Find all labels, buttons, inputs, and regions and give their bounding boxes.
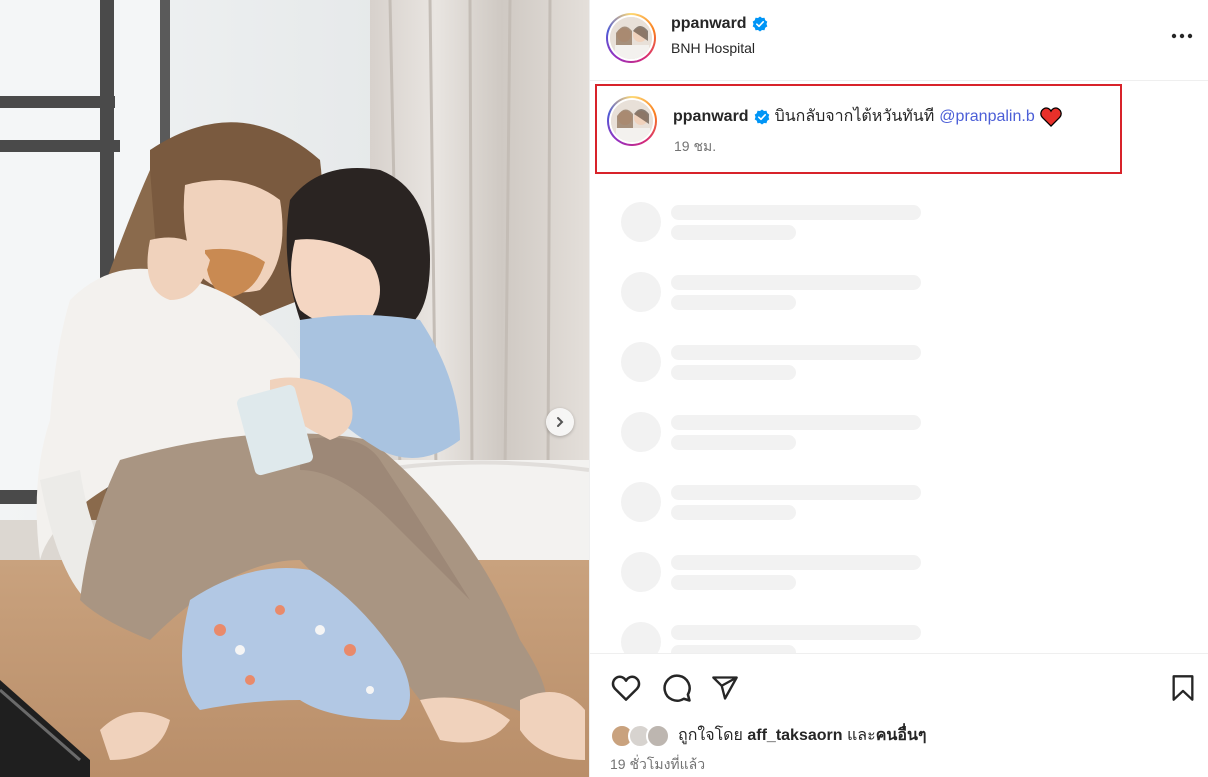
skeleton-row [621, 270, 951, 340]
likes-text: ถูกใจโดย aff_taksaorn และคนอื่นๆ [678, 723, 926, 748]
heart-outline-icon [611, 675, 641, 701]
photo-illustration [0, 0, 589, 777]
red-heart-icon [1039, 106, 1062, 127]
liker-avatars[interactable] [610, 723, 670, 748]
post-header: ppanward BNH Hospital [590, 0, 1208, 81]
share-button[interactable] [708, 671, 742, 705]
avatar-photo [610, 17, 652, 59]
post-actions: ถูกใจโดย aff_taksaorn และคนอื่นๆ 19 ชั่ว… [590, 653, 1208, 777]
likes-prefix: ถูกใจโดย [678, 727, 743, 744]
skeleton-row [621, 200, 951, 270]
caption-line: ppanward บินกลับจากไต้หวันทันที @pranpal… [673, 104, 1062, 129]
carousel-next-button[interactable] [546, 408, 574, 436]
skeleton-row [621, 550, 951, 620]
more-horizontal-icon [1171, 33, 1193, 39]
caption-mention-link[interactable]: @pranpalin.b [939, 108, 1034, 126]
bookmark-icon [1172, 675, 1194, 701]
post-timestamp[interactable]: 19 ชั่วโมงที่แล้ว [610, 754, 705, 776]
verified-badge-icon [752, 16, 767, 32]
skeleton-row [621, 480, 951, 550]
post-caption: ppanward บินกลับจากไต้หวันทันที @pranpal… [595, 84, 1122, 174]
caption-text: บินกลับจากไต้หวันทันที [774, 108, 935, 125]
liker-avatar [646, 723, 670, 748]
avatar-photo [611, 100, 653, 142]
author-avatar[interactable] [606, 13, 656, 63]
likes-others-link[interactable]: คนอื่นๆ [876, 727, 927, 744]
author-username[interactable]: ppanward [671, 15, 747, 33]
likes-summary: ถูกใจโดย aff_taksaorn และคนอื่นๆ [610, 723, 926, 748]
skeleton-row [621, 340, 951, 410]
chevron-right-icon [557, 417, 564, 427]
save-button[interactable] [1166, 671, 1200, 705]
comment-button[interactable] [660, 671, 694, 705]
verified-badge-icon [754, 109, 769, 124]
likes-user-link[interactable]: aff_taksaorn [747, 727, 842, 744]
comments-loading-skeleton [621, 200, 951, 690]
send-paper-plane-icon [712, 676, 738, 700]
caption-username[interactable]: ppanward [673, 108, 749, 126]
author-name-row: ppanward [671, 15, 768, 33]
comment-bubble-icon [663, 674, 691, 702]
likes-conjunction: และ [846, 727, 876, 744]
caption-time: 19 ชม. [674, 138, 717, 154]
post-location[interactable]: BNH Hospital [671, 40, 755, 56]
more-options-button[interactable] [1167, 24, 1197, 48]
caption-avatar[interactable] [607, 96, 657, 146]
post-photo[interactable] [0, 0, 589, 777]
post-side-panel: ppanward BNH Hospital ppanward บินกลับจา… [589, 0, 1208, 777]
skeleton-row [621, 410, 951, 480]
like-button[interactable] [609, 671, 643, 705]
